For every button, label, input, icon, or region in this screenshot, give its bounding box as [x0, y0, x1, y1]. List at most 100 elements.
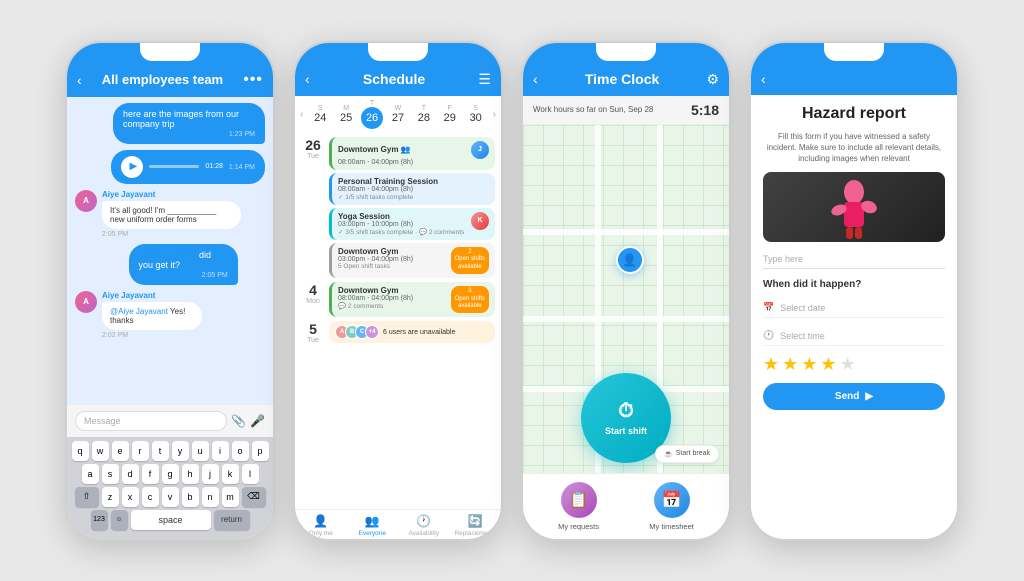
- key-f[interactable]: f: [142, 464, 159, 484]
- schedule-body: 26 Tue Downtown Gym 👥 J 08:00am - 04:00p…: [295, 133, 501, 509]
- cal-prev[interactable]: ‹: [297, 109, 306, 120]
- key-i[interactable]: i: [212, 441, 229, 461]
- chat-message-3: A Aiye Jayavant It's all good! I'm _____…: [75, 190, 265, 238]
- phone-hazard: ‹ Hazard report Fill this form if you ha…: [749, 41, 959, 541]
- audio-duration: 01:28: [205, 163, 223, 170]
- phone-schedule: ‹ Schedule ☰ ‹ S 24 M 25 T 26 W 27 T: [293, 41, 503, 541]
- cal-day-tue-active[interactable]: T 26: [360, 100, 384, 129]
- schedule-item-yoga[interactable]: Yoga Session 03:00pm - 10:00pm (8h) ✓ 3/…: [329, 208, 495, 240]
- notch-4: [824, 43, 884, 61]
- hazard-photo[interactable]: [763, 172, 945, 242]
- key-h[interactable]: h: [182, 464, 199, 484]
- mic-icon[interactable]: 🎤: [250, 414, 265, 428]
- cal-day-mon[interactable]: M 25: [334, 105, 358, 124]
- cal-day-sat[interactable]: S 30: [464, 105, 488, 124]
- timeclock-title: Time Clock: [538, 71, 707, 87]
- key-emoji[interactable]: ☺: [111, 510, 128, 530]
- sender-name-1: Aiye Jayavant: [102, 190, 265, 199]
- chat-input-row: Message 📎 🎤: [67, 404, 273, 437]
- star-4[interactable]: ★: [820, 354, 836, 375]
- calendar-nav: ‹ S 24 M 25 T 26 W 27 T 28 F: [295, 96, 501, 133]
- key-return[interactable]: return: [214, 510, 250, 530]
- key-shift[interactable]: ⇧: [75, 487, 99, 507]
- key-m[interactable]: m: [222, 487, 239, 507]
- cal-day-fri[interactable]: F 29: [438, 105, 462, 124]
- work-hours-bar: Work hours so far on Sun, Sep 28 5:18: [523, 96, 729, 125]
- hazard-date-field[interactable]: 📅 Select date: [763, 298, 945, 318]
- cal-day-wed[interactable]: W 27: [386, 105, 410, 124]
- attachment-icon[interactable]: 📎: [231, 414, 246, 428]
- key-num[interactable]: 123: [91, 510, 108, 530]
- hazard-back-button[interactable]: ‹: [761, 71, 766, 87]
- key-y[interactable]: y: [172, 441, 189, 461]
- footer-availability[interactable]: 🕐 Availability: [398, 514, 450, 537]
- schedule-menu-icon[interactable]: ☰: [478, 71, 491, 88]
- schedule-item-downtown-gym-1[interactable]: Downtown Gym 👥 J 08:00am - 04:00pm (8h): [329, 137, 495, 170]
- footer-only-me[interactable]: 👤 Only me: [295, 514, 347, 537]
- key-s[interactable]: s: [102, 464, 119, 484]
- footer-everyone[interactable]: 👥 Everyone: [347, 514, 399, 537]
- unavailable-row: A B C +4 6 users are unavailable: [329, 321, 495, 343]
- star-2[interactable]: ★: [782, 354, 798, 375]
- cal-day-sun[interactable]: S 24: [308, 105, 332, 124]
- message-bubble-5: @Aiye Jayavant Yes! thanks: [102, 302, 202, 330]
- key-z[interactable]: z: [102, 487, 119, 507]
- key-t[interactable]: t: [152, 441, 169, 461]
- key-u[interactable]: u: [192, 441, 209, 461]
- schedule-item-personal-training[interactable]: Personal Training Session 08:00am - 04:0…: [329, 173, 495, 205]
- footer-replacements[interactable]: 🔄 Replacements: [450, 514, 502, 537]
- star-rating[interactable]: ★ ★ ★ ★ ★: [763, 354, 945, 375]
- key-o[interactable]: o: [232, 441, 249, 461]
- key-p[interactable]: p: [252, 441, 269, 461]
- back-button[interactable]: ‹: [77, 72, 82, 88]
- key-c[interactable]: c: [142, 487, 159, 507]
- chat-message-4: @Aiye Jayavant did you get it? 2:05 PM: [129, 244, 238, 285]
- star-1[interactable]: ★: [763, 354, 779, 375]
- start-break-button[interactable]: ☕ Start break: [655, 445, 719, 463]
- my-timesheet-button[interactable]: 📅 My timesheet: [649, 482, 694, 531]
- key-v[interactable]: v: [162, 487, 179, 507]
- send-button[interactable]: Send ▶: [763, 383, 945, 410]
- play-button[interactable]: ▶: [121, 156, 143, 178]
- key-n[interactable]: n: [202, 487, 219, 507]
- schedule-back-button[interactable]: ‹: [305, 71, 310, 87]
- star-3[interactable]: ★: [801, 354, 817, 375]
- key-b[interactable]: b: [182, 487, 199, 507]
- key-d[interactable]: d: [122, 464, 139, 484]
- key-r[interactable]: r: [132, 441, 149, 461]
- key-x[interactable]: x: [122, 487, 139, 507]
- key-a[interactable]: a: [82, 464, 99, 484]
- user-avatar-1: A: [75, 190, 97, 212]
- hazard-body: Hazard report Fill this form if you have…: [751, 95, 957, 539]
- key-e[interactable]: e: [112, 441, 129, 461]
- hazard-type-field[interactable]: Type here: [763, 250, 945, 269]
- map-location-pin: 👤: [616, 246, 644, 274]
- key-j[interactable]: j: [202, 464, 219, 484]
- message-input[interactable]: Message: [75, 411, 227, 431]
- phone-chat: ‹ All employees team ••• here are the im…: [65, 41, 275, 541]
- chat-message-1: here are the images from our company tri…: [113, 103, 265, 144]
- key-q[interactable]: q: [72, 441, 89, 461]
- message-bubble-3: It's all good! I'm ___________ new unifo…: [102, 201, 241, 229]
- schedule-title: Schedule: [363, 71, 425, 87]
- key-backspace[interactable]: ⌫: [242, 487, 266, 507]
- key-space[interactable]: space: [131, 510, 211, 530]
- key-g[interactable]: g: [162, 464, 179, 484]
- key-l[interactable]: l: [242, 464, 259, 484]
- key-w[interactable]: w: [92, 441, 109, 461]
- hazard-time-field[interactable]: 🕐 Select time: [763, 326, 945, 346]
- schedule-item-downtown-gym-3[interactable]: Downtown Gym 08:00am - 04:00pm (8h) 💬 2 …: [329, 282, 495, 317]
- cal-next[interactable]: ›: [490, 109, 499, 120]
- hazard-description: Fill this form if you have witnessed a s…: [763, 131, 945, 165]
- settings-icon[interactable]: ⚙: [706, 71, 719, 88]
- my-requests-button[interactable]: 📋 My requests: [558, 482, 599, 531]
- phone-timeclock: ‹ Time Clock ⚙ Work hours so far on Sun,…: [521, 41, 731, 541]
- cal-day-thu[interactable]: T 28: [412, 105, 436, 124]
- schedule-item-downtown-gym-2[interactable]: Downtown Gym 03:00pm - 04:00pm (8h) 5 Op…: [329, 243, 495, 278]
- star-5[interactable]: ★: [840, 354, 856, 375]
- clock-actions: 📋 My requests 📅 My timesheet: [523, 473, 729, 539]
- chat-menu-button[interactable]: •••: [243, 71, 263, 89]
- schedule-footer: 👤 Only me 👥 Everyone 🕐 Availability 🔄 Re…: [295, 509, 501, 539]
- key-k[interactable]: k: [222, 464, 239, 484]
- audio-progress: [149, 165, 199, 168]
